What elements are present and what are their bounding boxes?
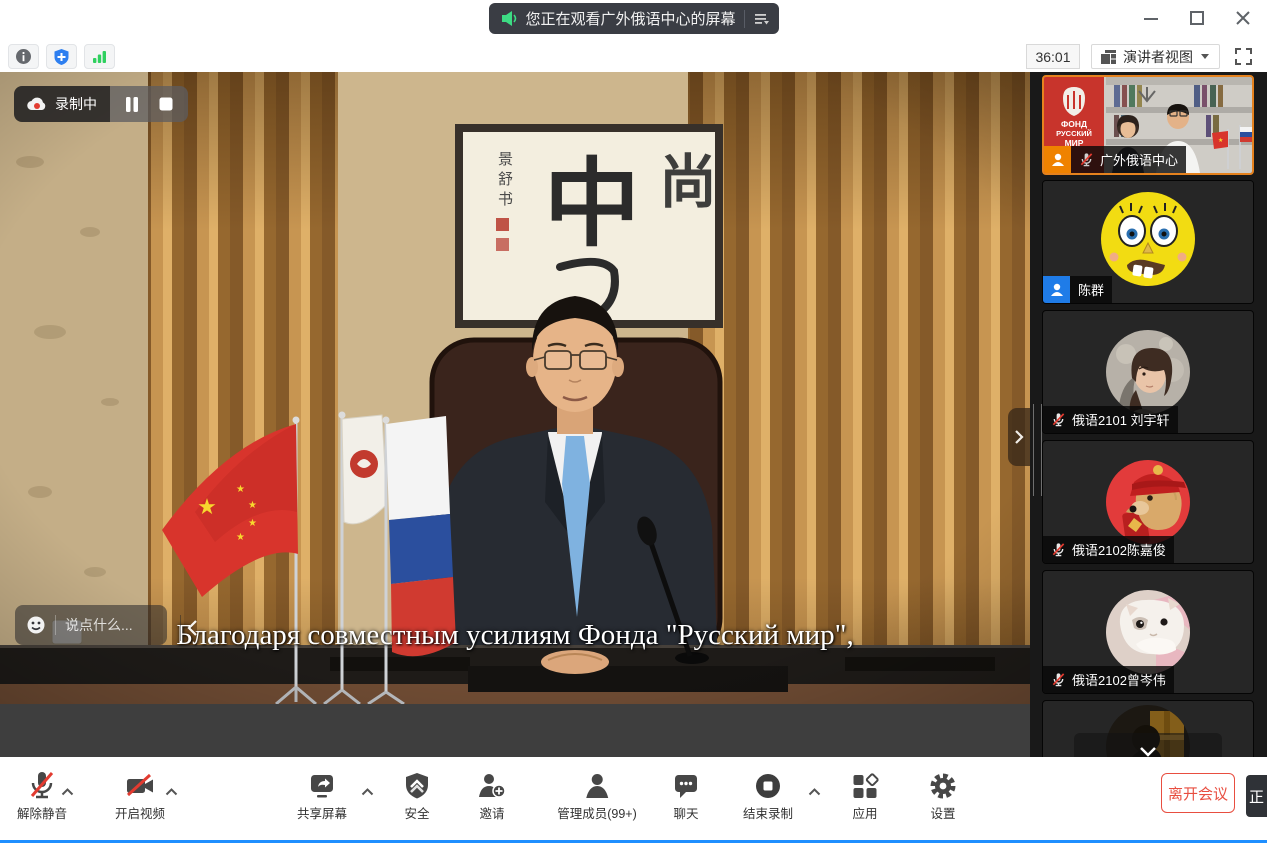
minimize-button[interactable] [1141,8,1161,28]
leave-meeting-button[interactable]: 离开会议 [1161,773,1235,813]
main-video-stage: 中 尚 景 舒 书 [0,72,1030,704]
view-mode-button[interactable]: 演讲者视图 [1091,44,1220,69]
participant-tile[interactable]: 俄语2101 刘宇轩 [1042,310,1254,434]
view-mode-label: 演讲者视图 [1123,47,1193,67]
host-badge [1044,146,1071,173]
members-person-icon [583,768,611,800]
chevron-down-icon [1139,746,1157,757]
fullscreen-icon [1233,46,1254,67]
window-controls [1141,8,1253,28]
apps-grid-icon [852,768,879,800]
mic-muted-icon [1051,542,1066,557]
foundation-logo-line: ФОНД [1052,119,1096,129]
girl-photo-avatar [1106,330,1190,414]
apps-button[interactable]: 应用 [852,768,879,822]
participant-tile[interactable]: 俄语2102曾岑伟 [1042,570,1254,694]
gear-icon [929,768,957,800]
watching-screen-text: 您正在观看广外俄语中心的屏幕 [525,8,735,29]
fullscreen-button[interactable] [1231,45,1255,69]
share-screen-icon [307,768,337,800]
emoji-smiley-icon[interactable] [26,615,46,635]
chevron-down-icon [1200,53,1210,60]
mic-muted-icon [1079,152,1094,167]
foundation-logo-line: РУССКИЙ [1052,129,1096,138]
cat-photo-avatar [1106,590,1190,674]
maximize-button[interactable] [1187,8,1207,28]
chat-input[interactable]: 说点什么... [15,605,167,645]
recording-label: 录制中 [55,94,97,114]
person-icon [1049,282,1065,298]
chevron-right-icon [1014,429,1024,445]
settings-button[interactable]: 设置 [929,768,957,822]
scroll-down-button[interactable] [1074,733,1222,757]
share-options-chevron[interactable] [361,783,374,801]
invite-button[interactable]: 邀请 [477,768,507,822]
video-options-chevron[interactable] [165,783,178,801]
stop-record-icon [754,768,782,800]
caption-collapse-control[interactable] [180,615,198,641]
banner-menu-icon[interactable] [753,11,771,27]
info-icon [15,48,32,65]
window-titlebar: 您正在观看广外俄语中心的屏幕 [0,0,1267,40]
meeting-timer: 36:01 [1026,44,1080,69]
doge-avatar [1106,460,1190,544]
chat-placeholder: 说点什么... [65,615,133,635]
close-button[interactable] [1233,8,1253,28]
svg-text:★: ★ [1218,137,1223,144]
recording-indicator: 录制中 [14,86,188,122]
meeting-info-button[interactable] [8,44,39,69]
mic-muted-icon [1051,412,1066,427]
start-video-button[interactable]: 开启视频 [115,768,165,822]
invite-person-icon [477,768,507,800]
member-badge [1043,276,1070,303]
partial-overlay: 正 [1246,775,1267,817]
network-quality-button[interactable] [84,44,115,69]
camera-off-icon [125,768,155,800]
pause-icon [125,97,139,112]
participants-sidebar: ★ ФОНД РУССКИЙ МИР [1030,72,1267,757]
sidebar-collapse-handle[interactable] [1008,408,1030,466]
pause-recording-button[interactable] [116,90,148,118]
participant-name: 俄语2101 刘宇轩 [1072,410,1170,429]
control-bar: 解除静音 开启视频 共享屏幕 [0,757,1267,840]
mic-muted-icon [28,768,56,800]
participant-tile[interactable] [1042,700,1254,757]
watching-screen-banner: 您正在观看广外俄语中心的屏幕 [488,3,778,34]
person-icon [1050,152,1066,168]
security-button[interactable]: 安全 [404,768,430,822]
participant-name: 俄语2102陈嘉俊 [1072,540,1166,559]
screen-share-speaker-icon [500,10,517,27]
end-recording-button[interactable]: 结束录制 [743,768,793,822]
security-shield-button[interactable] [46,44,77,69]
manage-members-button[interactable]: 管理成员(99+) [557,768,637,822]
layout-icon [1101,50,1116,64]
mic-muted-icon [1051,672,1066,687]
participant-tile[interactable]: 俄语2102陈嘉俊 [1042,440,1254,564]
shield-plus-icon [53,48,70,66]
participant-tile[interactable]: 陈群 [1042,180,1254,304]
stop-recording-button[interactable] [150,90,182,118]
recording-options-chevron[interactable] [808,783,821,801]
participant-name: 陈群 [1078,280,1104,299]
participant-name: 广外俄语中心 [1100,150,1178,169]
participant-tile[interactable]: ★ ФОНД РУССКИЙ МИР [1042,75,1254,175]
unmute-button[interactable]: 解除静音 [17,768,67,822]
participant-name: 俄语2102曾岑伟 [1072,670,1166,689]
video-letterbox [0,704,1030,757]
chevron-left-icon [187,619,198,637]
chat-button[interactable]: 聊天 [672,768,700,822]
security-shield-icon [404,768,430,800]
share-screen-button[interactable]: 共享屏幕 [297,768,347,822]
meeting-toolbar: 36:01 演讲者视图 [0,40,1267,72]
signal-bars-icon [91,49,108,65]
chat-bubble-icon [672,768,700,800]
unmute-options-chevron[interactable] [61,783,74,801]
stop-icon [159,97,173,111]
cloud-recording-icon [27,97,47,112]
sidebar-drag-handle[interactable] [1033,404,1042,496]
